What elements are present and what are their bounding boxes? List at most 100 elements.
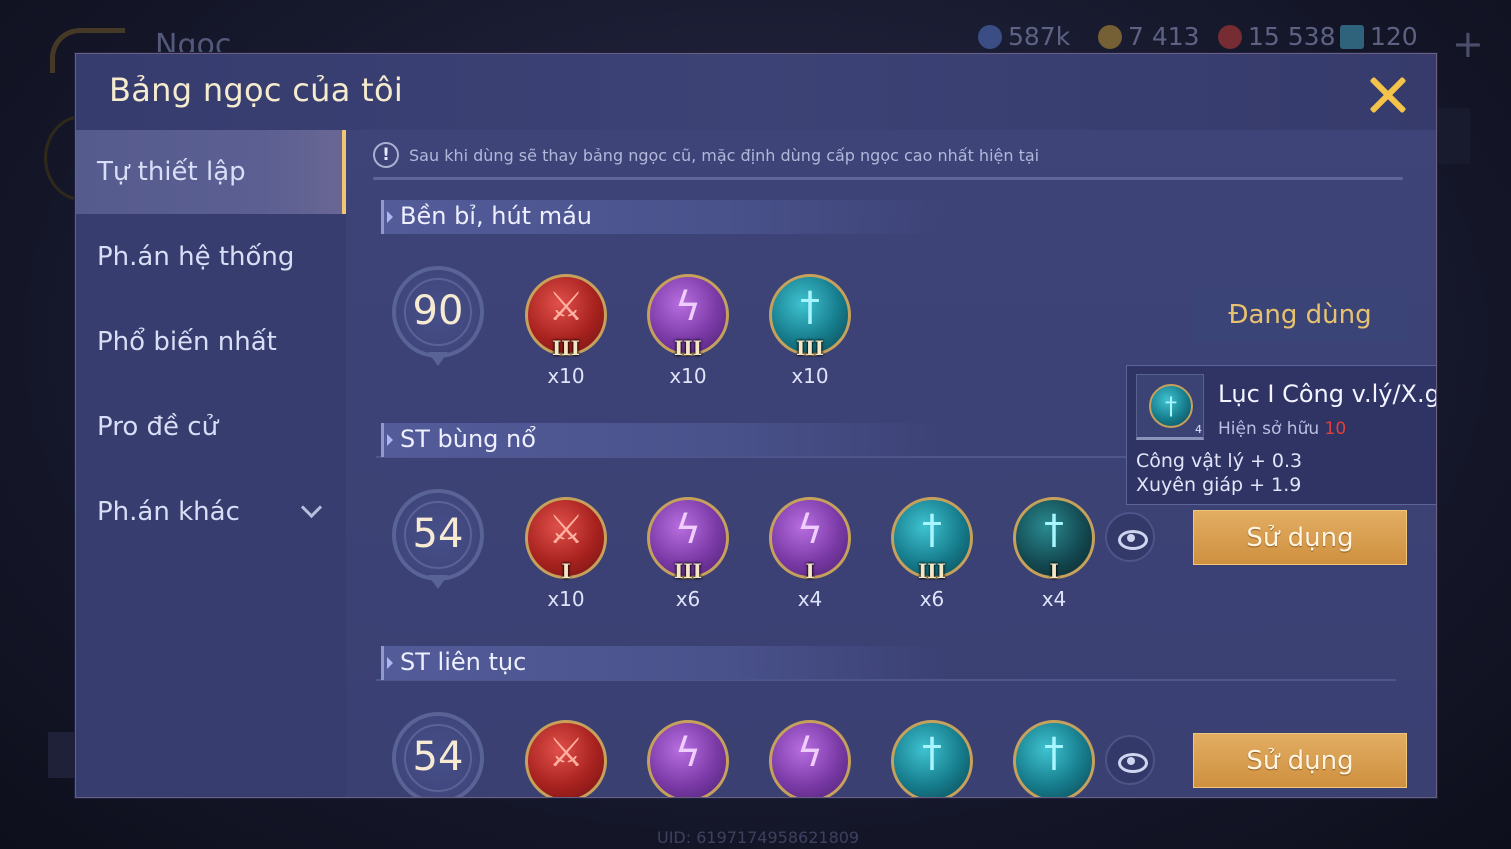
gem-tier: III (673, 559, 703, 583)
currency-value: 120 (1370, 22, 1418, 51)
currency-voucher: 120 (1340, 22, 1418, 51)
sidebar-item-label: Phổ biến nhất (97, 327, 277, 357)
currency-value: 587k (1008, 22, 1071, 51)
crystal-icon (978, 24, 1002, 49)
notice-text: Sau khi dùng sẽ thay bảng ngọc cũ, mặc đ… (409, 145, 1040, 165)
gem-purple[interactable]: ϟ III x6 (647, 497, 731, 611)
sidebar-item-pro[interactable]: Pro đề cử (76, 385, 346, 469)
gem-tooltip: † 4 Lục I Công v.lý/X.giáp Hiện sở hữu 1… (1126, 365, 1436, 505)
gem-tier: III (673, 336, 703, 360)
sidebar-item-custom[interactable]: Tự thiết lập (76, 130, 346, 214)
gem-purple[interactable]: ϟ (647, 720, 731, 797)
gem-tier: III (551, 336, 581, 360)
sword-icon: † (1044, 507, 1064, 553)
sidebar-item-label: Pro đề cử (97, 412, 219, 442)
section-title: ST liên tục (400, 648, 527, 676)
tooltip-icon-frame: † 4 (1136, 374, 1204, 440)
gem-red[interactable]: ⚔ III x10 (525, 274, 609, 388)
sword-icon: † (1149, 384, 1193, 428)
uid-label: UID: 6197174958621809 (657, 828, 860, 847)
blade-icon: ⚔ (548, 507, 584, 553)
tooltip-stat: Công vật lý + 0.3 (1136, 450, 1303, 472)
section-header: Bền bỉ, hút máu (381, 200, 944, 234)
sidebar-item-system[interactable]: Ph.án hệ thống (76, 215, 346, 299)
background-panel (1436, 108, 1470, 164)
lightning-icon: ϟ (796, 507, 824, 553)
gem-count: x10 (791, 364, 829, 388)
tooltip-level-badge: 4 (1195, 423, 1202, 436)
ruby-icon (1218, 24, 1242, 49)
section-header: ST bùng nổ (381, 423, 944, 457)
modal-title: Bảng ngọc của tôi (109, 71, 404, 109)
level-badge: 54 (386, 485, 490, 593)
gem-purple[interactable]: ϟ I x4 (769, 497, 853, 611)
gem-teal[interactable]: † III x10 (769, 274, 853, 388)
plus-icon[interactable]: + (1452, 22, 1484, 66)
gem-red[interactable]: ⚔ (525, 720, 609, 797)
sword-icon: † (800, 284, 820, 330)
currency-gold: 7 413 (1098, 22, 1200, 51)
divider (373, 177, 1403, 180)
level-badge: 90 (386, 262, 490, 370)
my-gem-boards-modal: Bảng ngọc của tôi Tự thiết lập Ph.án hệ … (75, 53, 1437, 798)
sidebar-item-label: Tự thiết lập (97, 157, 246, 187)
tooltip-gem-name: Lục I Công v.lý/X.giáp (1218, 380, 1436, 408)
in-use-button[interactable]: Đang dùng (1193, 287, 1407, 342)
level-number: 54 (412, 511, 464, 557)
lightning-icon: ϟ (674, 507, 702, 553)
gem-tier: III (795, 336, 825, 360)
gem-teal[interactable]: † III x6 (891, 497, 975, 611)
gem-count: x10 (547, 364, 585, 388)
info-icon: ! (373, 142, 399, 168)
section-title: Bền bỉ, hút máu (400, 202, 592, 230)
gem-count: x6 (919, 587, 945, 611)
content-panel: ! Sau khi dùng sẽ thay bảng ngọc cũ, mặc… (346, 130, 1436, 797)
gem-teal[interactable]: † (1013, 720, 1097, 797)
lightning-icon: ϟ (674, 730, 702, 776)
gem-tier: I (561, 559, 571, 583)
gem-red[interactable]: ⚔ I x10 (525, 497, 609, 611)
gem-count: x10 (547, 587, 585, 611)
sidebar-item-other[interactable]: Ph.án khác (76, 470, 346, 554)
level-badge: 54 (386, 708, 490, 797)
gem-tier: I (1049, 559, 1059, 583)
gem-purple[interactable]: ϟ III x10 (647, 274, 731, 388)
gem-teal[interactable]: † (891, 720, 975, 797)
blade-icon: ⚔ (548, 284, 584, 330)
level-pointer (428, 352, 448, 366)
gem-tier: I (805, 559, 815, 583)
section-title: ST bùng nổ (400, 425, 536, 453)
owned-label: Hiện sở hữu (1218, 419, 1320, 439)
gem-purple[interactable]: ϟ (769, 720, 853, 797)
currency-ruby: 15 538 (1218, 22, 1335, 51)
gem-count: x4 (797, 587, 823, 611)
chevron-down-icon[interactable] (300, 496, 323, 519)
level-pointer (428, 575, 448, 589)
notice: ! Sau khi dùng sẽ thay bảng ngọc cũ, mặc… (373, 142, 1039, 168)
sidebar-item-label: Ph.án khác (97, 497, 240, 527)
sidebar-item-popular[interactable]: Phổ biến nhất (76, 300, 346, 384)
blade-icon: ⚔ (548, 730, 584, 776)
section-header: ST liên tục (381, 646, 944, 680)
sword-icon: † (922, 730, 942, 776)
lightning-icon: ϟ (796, 730, 824, 776)
sidebar: Tự thiết lập Ph.án hệ thống Phổ biến nhấ… (76, 130, 346, 797)
currency-value: 7 413 (1128, 22, 1200, 51)
eye-icon[interactable] (1105, 512, 1155, 562)
use-button[interactable]: Sử dụng (1193, 510, 1407, 565)
gem-count: x6 (675, 587, 701, 611)
tooltip-owned: Hiện sở hữu 10 (1218, 419, 1346, 439)
currency-crystal: 587k (978, 22, 1070, 51)
lightning-icon: ϟ (674, 284, 702, 330)
modal-header: Bảng ngọc của tôi (76, 54, 1436, 130)
gem-tier: III (917, 559, 947, 583)
voucher-icon (1340, 24, 1364, 49)
tooltip-stat: Xuyên giáp + 1.9 (1136, 474, 1302, 496)
sword-icon: † (922, 507, 942, 553)
owned-count: 10 (1324, 419, 1347, 439)
eye-icon[interactable] (1105, 735, 1155, 785)
gem-dark-teal[interactable]: † I x4 (1013, 497, 1097, 611)
level-number: 90 (412, 288, 464, 334)
use-button[interactable]: Sử dụng (1193, 733, 1407, 788)
close-icon[interactable] (1368, 74, 1408, 114)
